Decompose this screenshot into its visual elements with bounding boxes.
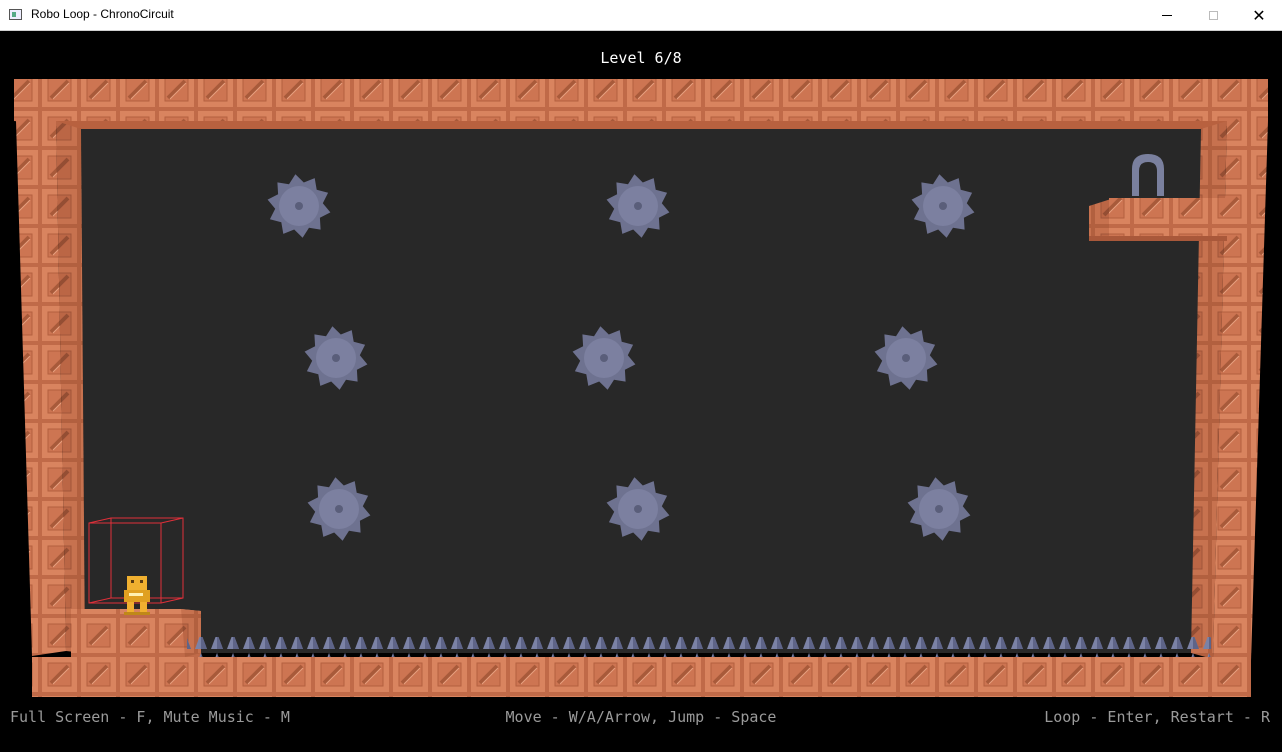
game-window: Robo Loop - ChronoCircuit ✕ Level 6/8 Fu… <box>0 0 1282 752</box>
game-scene <box>14 79 1268 697</box>
maximize-button[interactable] <box>1190 0 1236 31</box>
top-wall <box>14 79 1268 121</box>
maximize-icon <box>1208 11 1218 20</box>
exit-ledge <box>1109 198 1227 236</box>
level-indicator: Level 6/8 <box>600 49 682 67</box>
app-icon <box>9 9 22 20</box>
spike-strip <box>187 637 1211 657</box>
minimize-button[interactable] <box>1144 0 1190 31</box>
minimize-icon <box>1162 15 1172 16</box>
game-viewport[interactable]: Level 6/8 Full Screen - F, Mute Music - … <box>1 31 1281 751</box>
close-button[interactable]: ✕ <box>1236 0 1282 31</box>
help-text-right: Loop - Enter, Restart - R <box>1044 708 1270 726</box>
close-icon: ✕ <box>1252 5 1266 25</box>
exit-ledge-side <box>1089 199 1111 241</box>
window-title: Robo Loop - ChronoCircuit <box>31 7 174 21</box>
floor <box>32 657 1251 697</box>
start-block <box>71 609 201 657</box>
title-bar[interactable]: Robo Loop - ChronoCircuit ✕ <box>0 0 1282 31</box>
exit-ledge-bottom <box>1089 236 1227 241</box>
top-wall-underside <box>14 121 1268 129</box>
